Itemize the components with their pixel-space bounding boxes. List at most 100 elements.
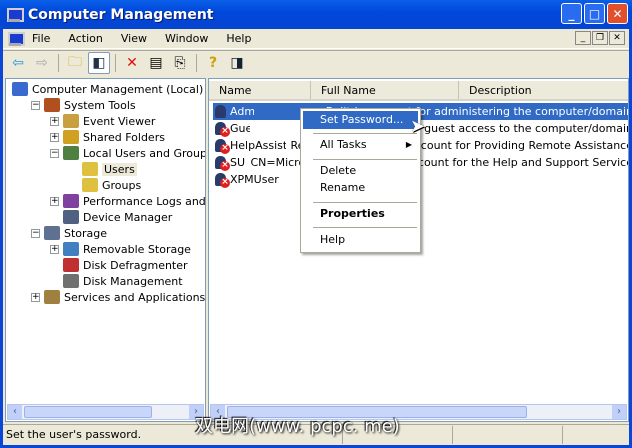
tree-item-label: Event Viewer [83,114,156,128]
tree-item-local-users-and-groups[interactable]: − Local Users and Groups [50,145,206,161]
menu-file[interactable]: File [23,32,59,45]
menu-item-set-password[interactable]: Set Password... [303,111,418,129]
computer-icon [7,31,25,46]
tree-item-shared-folders[interactable]: + Shared Folders [50,129,165,145]
tree-item-label: Disk Defragmenter [83,258,188,272]
menu-help[interactable]: Help [217,32,260,45]
export-list-icon[interactable]: ⎘ [169,52,191,74]
folder-icon [82,178,98,192]
tree-item-label: Users [102,162,137,176]
user-name: HelpAssistant [230,139,286,152]
collapse-icon[interactable]: − [31,228,40,238]
user-row[interactable]: HelpAssistantRemote Desktop Help Assi...… [213,137,629,154]
expand-icon[interactable]: + [50,132,59,142]
user-icon [213,104,229,120]
node-icon [44,226,60,240]
tree-item-event-viewer[interactable]: + Event Viewer [50,113,155,129]
disabled-user-icon [213,138,230,154]
tree-item-system-tools[interactable]: − System Tools [31,97,136,113]
menu-item-rename[interactable]: Rename [303,179,418,197]
back-icon[interactable]: ⇦ [7,52,29,74]
minimize-button[interactable]: _ [561,3,582,24]
tree-item-users[interactable]: Users [82,161,137,177]
collapse-icon[interactable]: − [31,100,40,110]
user-row[interactable]: XPMUser [213,171,628,188]
tree-pane: Computer Management (Local) − System Tools… [5,78,206,422]
mdi-restore-button[interactable]: ❐ [592,31,608,45]
column-full-name[interactable]: Full Name [311,81,459,99]
tree-item-label: Device Manager [83,210,173,224]
tree-horizontal-scrollbar[interactable]: ‹ › [7,404,204,420]
close-button[interactable]: ✕ [607,3,628,24]
title-bar[interactable]: Computer Management _ □ ✕ [0,0,632,29]
show-hide-action-pane-icon[interactable]: ◨ [226,52,248,74]
tree-item-computer-management-local-[interactable]: Computer Management (Local) [12,81,203,97]
tree-item-storage[interactable]: − Storage [31,225,107,241]
menu-item-help[interactable]: Help [303,231,418,249]
user-row[interactable]: SUPPORT_38... CN=Microsoft Corporation...… [213,154,628,171]
node-icon [63,146,79,160]
toolbar: ⇦ ⇨ 🗀 ◧ ✕ ▤ ⎘ ? ◨ [3,50,629,74]
expand-icon[interactable]: + [50,244,59,254]
mouse-cursor-icon: ➤ [410,116,426,137]
expand-icon[interactable]: + [50,116,59,126]
user-description: Account for Providing Remote Assistance [407,139,629,152]
node-icon [63,194,79,208]
user-name: Guest [230,122,250,135]
tree-item-disk-defragmenter[interactable]: Disk Defragmenter [63,257,188,273]
tree-item-groups[interactable]: Groups [82,177,141,193]
user-name: Administrator [230,105,255,118]
node-icon [63,274,79,288]
tree-item-label: Shared Folders [83,130,165,144]
column-name[interactable]: Name [209,81,311,99]
menu-view[interactable]: View [112,32,156,45]
user-full-name: CN=Microsoft Corporation... [250,156,301,169]
menu-item-delete[interactable]: Delete [303,162,418,180]
maximize-button[interactable]: □ [584,3,605,24]
user-name: XPMUser [230,173,279,186]
tree-item-label: Performance Logs and Alerts [83,194,206,208]
mdi-minimize-button[interactable]: _ [575,31,591,45]
tree-item-removable-storage[interactable]: + Removable Storage [50,241,191,257]
tree-item-label: Disk Management [83,274,183,288]
tree-item-label: Groups [102,178,142,192]
show-hide-tree-icon[interactable]: ◧ [88,51,110,74]
tree-item-device-manager[interactable]: Device Manager [63,209,172,225]
node-icon [44,98,60,112]
menu-window[interactable]: Window [156,32,217,45]
delete-icon[interactable]: ✕ [121,52,143,74]
user-name: SUPPORT_38... [230,156,246,169]
node-icon [44,290,60,304]
column-description[interactable]: Description [459,81,628,99]
node-icon [63,242,79,256]
help-icon[interactable]: ? [202,52,224,74]
menu-action[interactable]: Action [59,32,111,45]
tree-item-label: Removable Storage [83,242,191,256]
expand-icon[interactable]: + [50,196,59,206]
tree-item-label: Computer Management (Local) [32,82,204,96]
node-icon [63,130,79,144]
disabled-user-icon [213,155,230,171]
disabled-user-icon [213,121,230,137]
properties-icon[interactable]: ▤ [145,52,167,74]
menu-item-properties[interactable]: Properties [303,205,418,223]
tree-item-services-and-applications[interactable]: + Services and Applications [31,289,205,305]
menu-item-all-tasks[interactable]: All Tasks ▶ [303,136,418,154]
context-menu: Set Password... All Tasks ▶ Delete Rename… [300,108,421,253]
tree-item-disk-management[interactable]: Disk Management [63,273,183,289]
list-header: Name Full Name Description [209,81,628,101]
node-icon [63,210,79,224]
window-title: Computer Management [28,6,214,23]
forward-icon[interactable]: ⇨ [31,52,53,74]
mdi-close-button[interactable]: ✕ [609,31,625,45]
node-icon [63,258,79,272]
up-folder-icon[interactable]: 🗀 [64,52,86,74]
tree-item-performance-logs-and-alerts[interactable]: + Performance Logs and Alerts [50,193,206,209]
node-icon [63,114,79,128]
expand-icon[interactable]: + [31,292,40,302]
tree-item-label: Services and Applications [64,290,206,304]
computer-icon [6,7,24,22]
node-icon [12,82,28,96]
collapse-icon[interactable]: − [50,148,59,158]
tree-item-label: Local Users and Groups [83,146,206,160]
